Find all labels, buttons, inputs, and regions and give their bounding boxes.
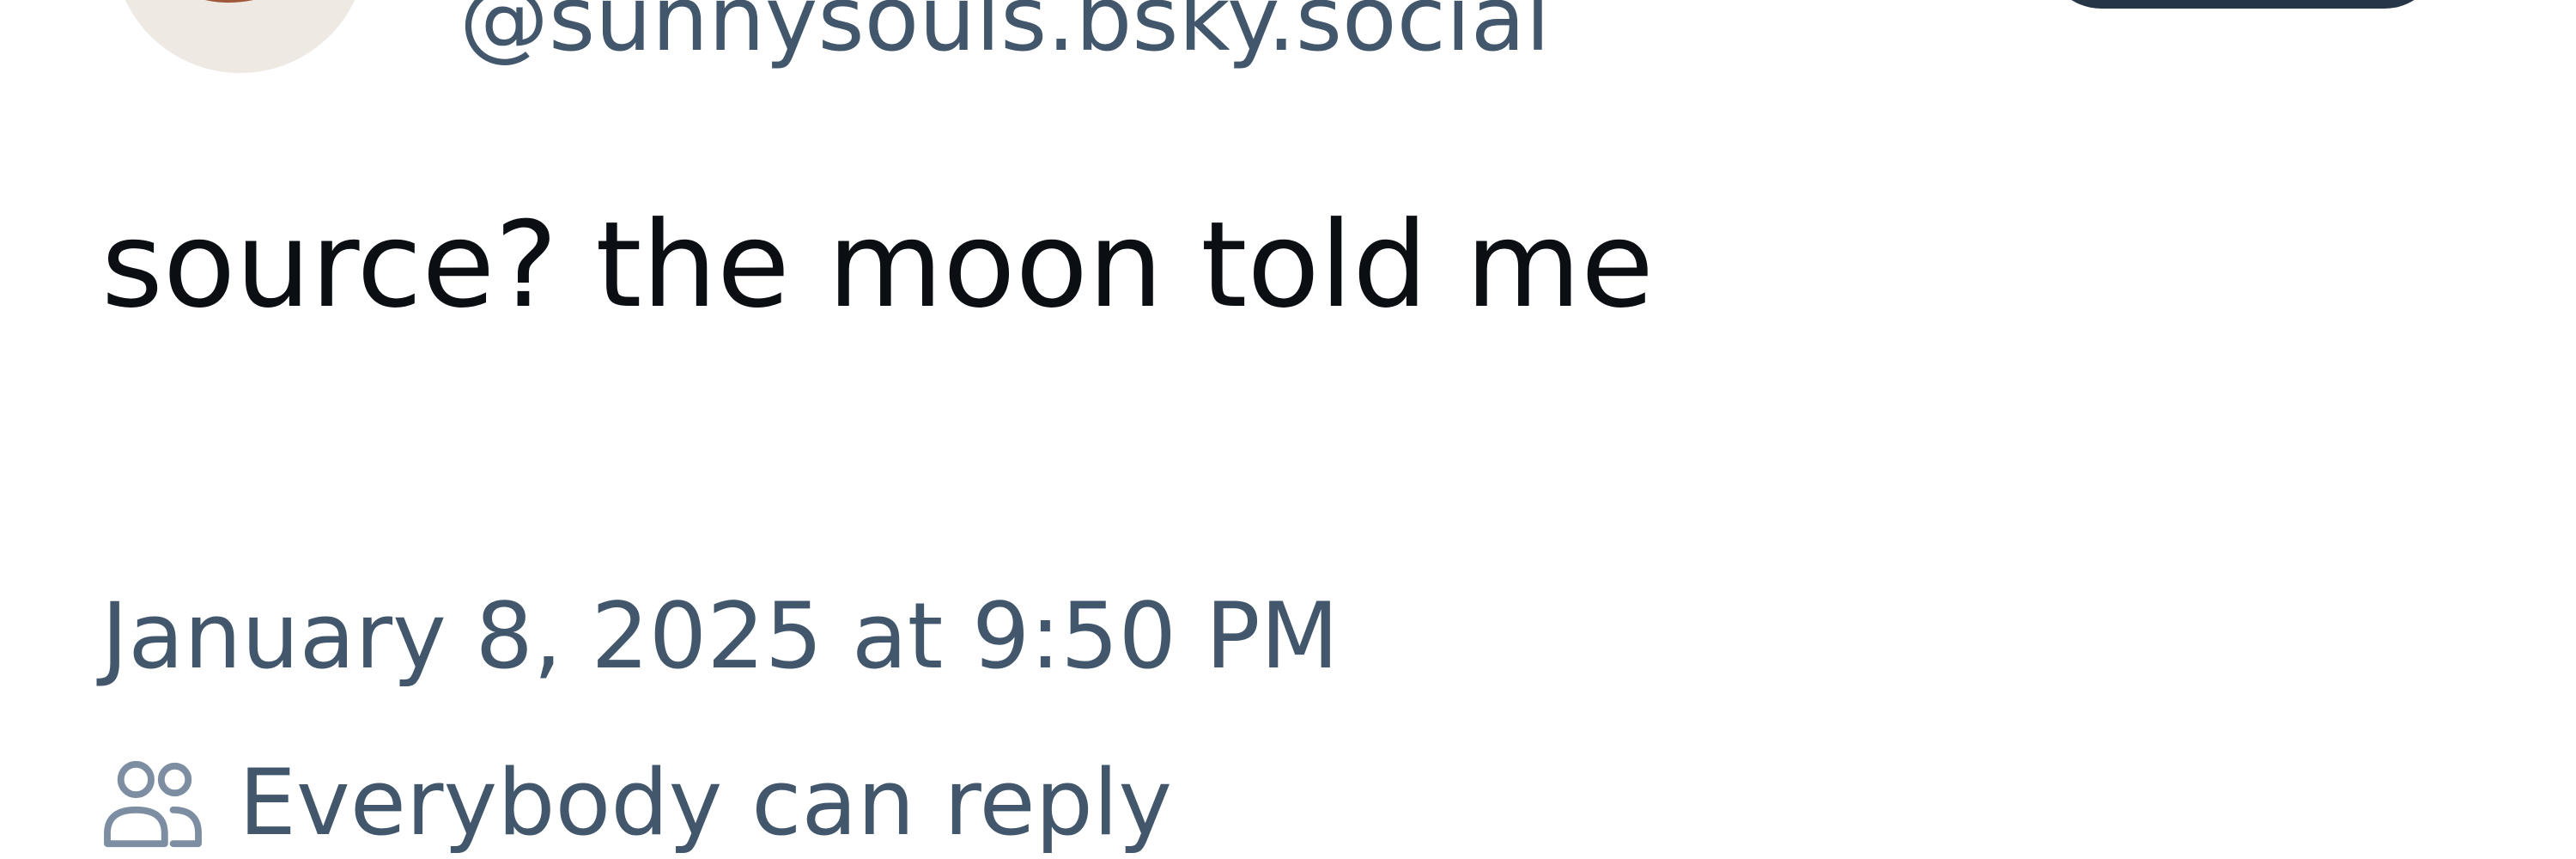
avatar[interactable] bbox=[113, 0, 367, 73]
reply-setting-label: Everybody can reply bbox=[239, 750, 1173, 856]
post-text: source? the moon told me bbox=[101, 196, 1655, 334]
author-handle[interactable]: @sunnysouls.bsky.social bbox=[459, 0, 1550, 64]
post-timestamp[interactable]: January 8, 2025 at 9:50 PM bbox=[101, 591, 1339, 682]
avatar-image bbox=[113, 0, 367, 73]
people-icon bbox=[101, 756, 204, 850]
post-detail: @sunnysouls.bsky.social source? the moon… bbox=[0, 0, 2576, 859]
reply-setting[interactable]: Everybody can reply bbox=[101, 747, 1172, 859]
follow-button[interactable] bbox=[2045, 0, 2440, 9]
